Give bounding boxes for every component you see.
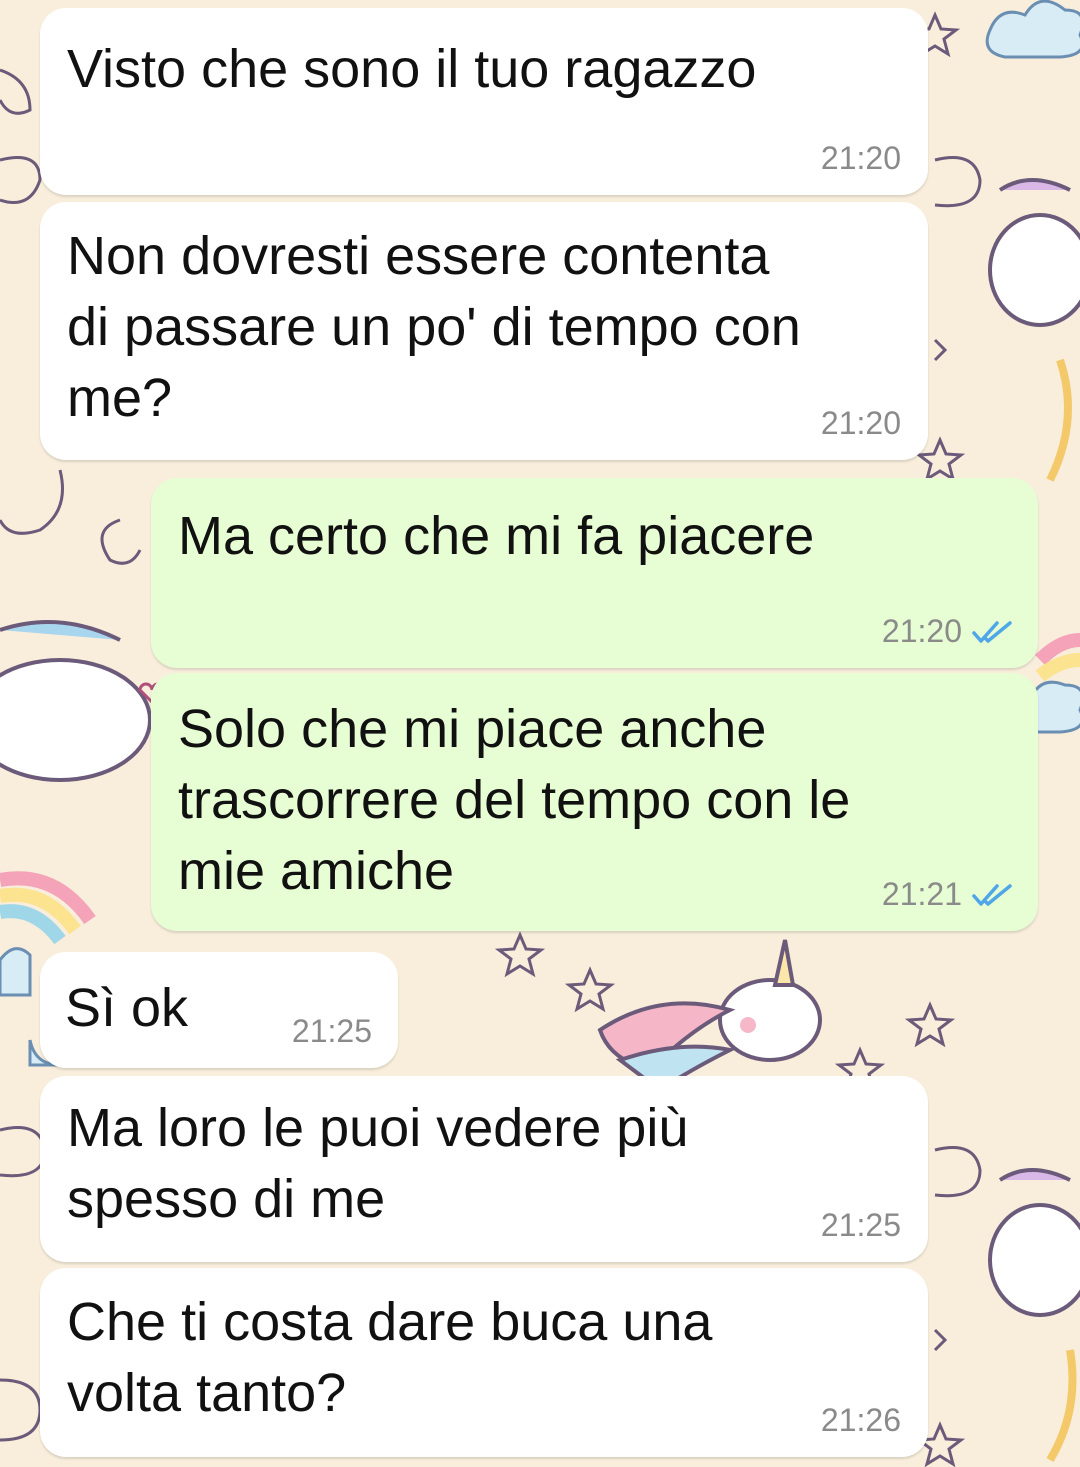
message-meta: 21:20: [821, 140, 901, 177]
message-meta: 21:26: [821, 1402, 901, 1439]
message-time: 21:20: [820, 140, 901, 176]
message-meta: 21:25: [821, 1207, 901, 1244]
message-meta: 21:20: [821, 405, 901, 442]
message-text: Visto che sono il tuo ragazzo: [67, 39, 757, 99]
message-bubble[interactable]: Solo che mi piace anche trascorrere del …: [151, 673, 1038, 931]
double-check-icon: [972, 619, 1014, 645]
message-text: Ma loro le puoi vedere più spesso di me: [67, 1098, 689, 1229]
message-bubble[interactable]: Sì ok 21:25: [40, 952, 398, 1068]
message-time: 21:20: [820, 405, 901, 441]
message-text: Ma certo che mi fa piacere: [178, 506, 815, 566]
message-meta: 21:20: [882, 613, 1014, 650]
message-time: 21:21: [881, 876, 962, 912]
message-text: Solo che mi piace anche trascorrere del …: [178, 699, 851, 901]
message-time: 21:26: [820, 1402, 901, 1438]
message-bubble[interactable]: Non dovresti essere contenta di passare …: [40, 202, 928, 460]
message-text: Non dovresti essere contenta di passare …: [67, 226, 801, 428]
message-time: 21:20: [881, 613, 962, 649]
double-check-icon: [972, 882, 1014, 908]
message-text: Sì ok: [65, 978, 189, 1038]
message-text: Che ti costa dare buca una volta tanto?: [67, 1292, 713, 1423]
message-bubble[interactable]: Visto che sono il tuo ragazzo 21:20: [40, 8, 928, 195]
message-meta: 21:25: [292, 1013, 372, 1050]
message-time: 21:25: [291, 1013, 372, 1049]
message-bubble[interactable]: Ma loro le puoi vedere più spesso di me …: [40, 1076, 928, 1262]
message-bubble[interactable]: Che ti costa dare buca una volta tanto? …: [40, 1268, 928, 1457]
message-time: 21:25: [820, 1207, 901, 1243]
message-meta: 21:21: [882, 876, 1014, 913]
message-bubble[interactable]: Ma certo che mi fa piacere 21:20: [151, 478, 1038, 668]
